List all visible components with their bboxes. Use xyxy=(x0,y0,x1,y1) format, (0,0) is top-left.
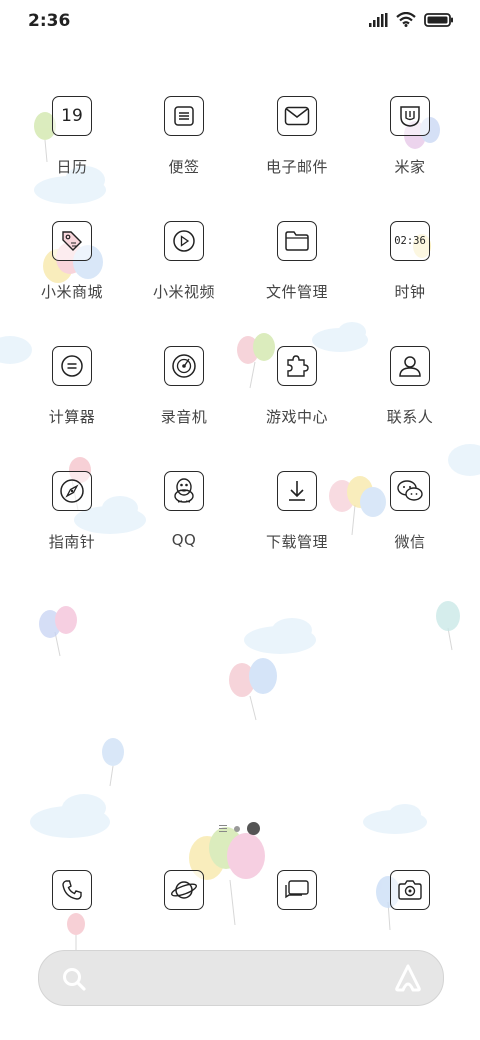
app-label: 下载管理 xyxy=(265,533,328,551)
search-icon[interactable] xyxy=(61,966,87,992)
download-icon xyxy=(277,471,317,511)
app-label: 米家 xyxy=(394,158,426,176)
app-notes[interactable]: 便签 xyxy=(128,96,240,206)
app-mi-store[interactable]: 小米商城 xyxy=(16,221,128,331)
app-mijia[interactable]: 米家 xyxy=(354,96,466,206)
app-recorder[interactable]: 录音机 xyxy=(128,346,240,456)
app-label: 便签 xyxy=(168,158,200,176)
app-download-manager[interactable]: 下载管理 xyxy=(241,471,353,581)
battery-icon xyxy=(424,12,453,27)
wechat-icon xyxy=(390,471,430,511)
app-contacts[interactable]: 联系人 xyxy=(354,346,466,456)
calculator-icon xyxy=(52,346,92,386)
app-wechat[interactable]: 微信 xyxy=(354,471,466,581)
calendar-icon: 19 xyxy=(52,96,92,136)
app-file-manager[interactable]: 文件管理 xyxy=(241,221,353,331)
app-label: 小米视频 xyxy=(152,283,215,301)
mijia-icon xyxy=(390,96,430,136)
status-time: 2:36 xyxy=(28,11,71,31)
status-bar: 2:36 xyxy=(0,0,480,42)
calendar-date: 19 xyxy=(61,106,83,126)
dock xyxy=(0,870,480,912)
app-qq[interactable]: QQ xyxy=(128,471,240,581)
app-label: 微信 xyxy=(394,533,426,551)
wifi-icon xyxy=(396,12,416,27)
app-label: QQ xyxy=(171,531,197,549)
app-label: 时钟 xyxy=(394,283,426,301)
video-play-icon xyxy=(164,221,204,261)
app-label: 电子邮件 xyxy=(265,158,328,176)
puzzle-icon xyxy=(277,346,317,386)
app-label: 文件管理 xyxy=(265,283,328,301)
app-clock[interactable]: 02:36 时钟 xyxy=(354,221,466,331)
app-calendar[interactable]: 19 日历 xyxy=(16,96,128,206)
app-label: 联系人 xyxy=(386,408,434,426)
shop-tag-icon xyxy=(52,221,92,261)
contact-icon xyxy=(390,346,430,386)
app-label: 计算器 xyxy=(48,408,96,426)
page-dot xyxy=(234,825,240,832)
status-icons xyxy=(368,12,454,27)
qq-penguin-icon xyxy=(164,471,204,511)
assistant-icon[interactable] xyxy=(393,964,423,992)
app-label: 指南针 xyxy=(48,533,96,551)
compass-icon xyxy=(52,471,92,511)
app-label: 小米商城 xyxy=(40,283,103,301)
clock-time: 02:36 xyxy=(394,235,426,247)
browser-planet-icon xyxy=(164,870,204,910)
app-label: 录音机 xyxy=(160,408,208,426)
page-menu-icon xyxy=(219,825,227,832)
app-game-center[interactable]: 游戏中心 xyxy=(241,346,353,456)
notes-icon xyxy=(164,96,204,136)
app-compass[interactable]: 指南针 xyxy=(16,471,128,581)
mail-icon xyxy=(277,96,317,136)
app-calculator[interactable]: 计算器 xyxy=(16,346,128,456)
recorder-icon xyxy=(164,346,204,386)
signal-icon xyxy=(369,12,388,27)
page-indicator[interactable] xyxy=(219,822,260,835)
folder-icon xyxy=(277,221,317,261)
clock-icon: 02:36 xyxy=(390,221,430,261)
app-mi-video[interactable]: 小米视频 xyxy=(128,221,240,331)
messages-icon xyxy=(277,870,317,910)
app-mail[interactable]: 电子邮件 xyxy=(241,96,353,206)
phone-icon xyxy=(52,870,92,910)
camera-icon xyxy=(390,870,430,910)
page-dot-active xyxy=(247,822,260,835)
app-label: 日历 xyxy=(56,158,88,176)
app-label: 游戏中心 xyxy=(265,408,328,426)
search-bar[interactable] xyxy=(38,950,444,1006)
